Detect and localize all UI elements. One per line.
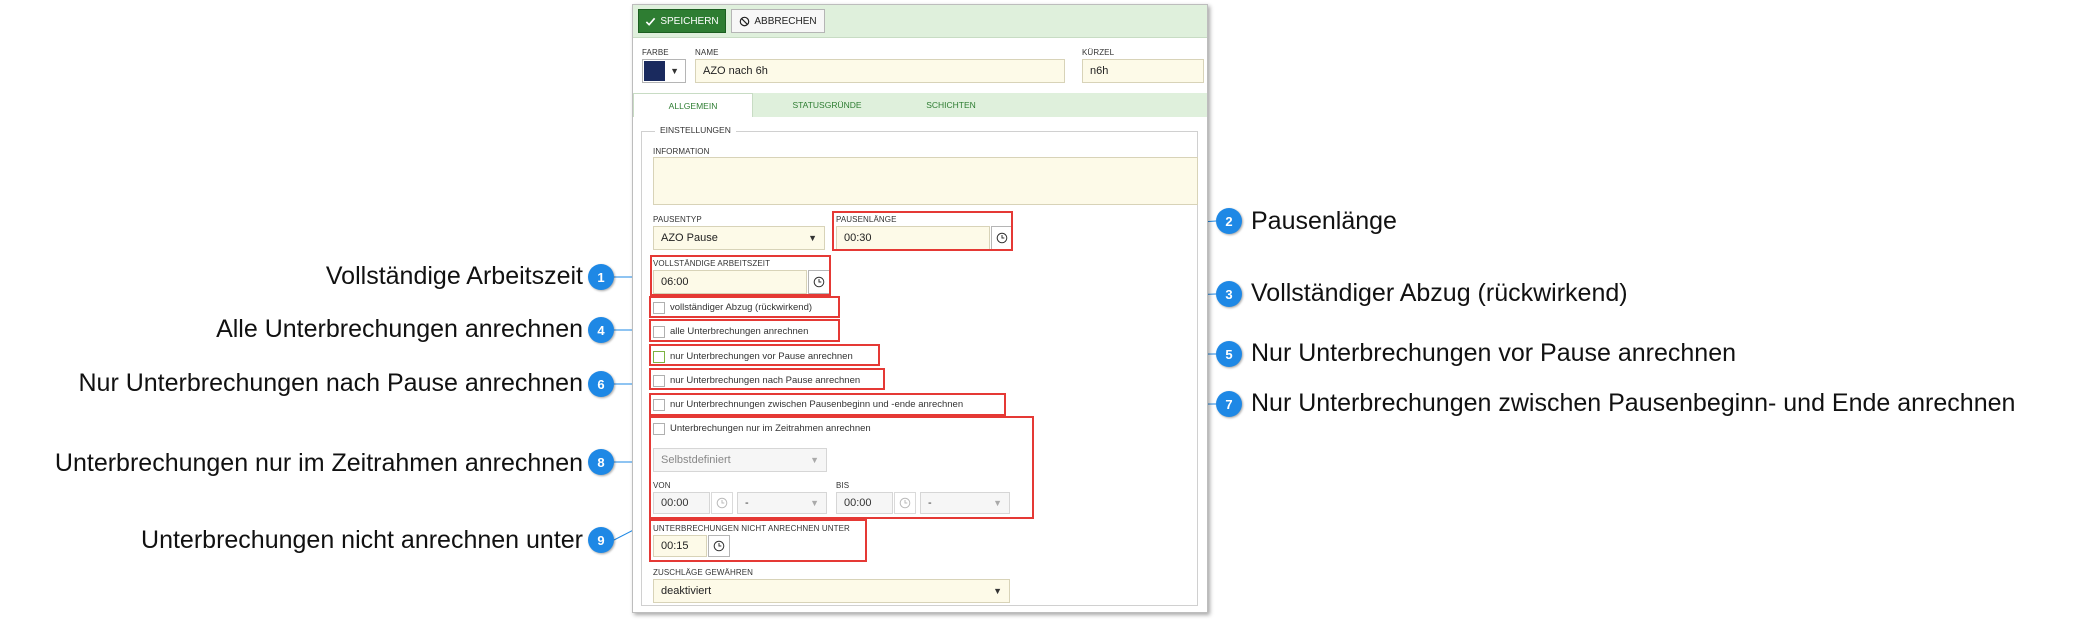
zuschlaege-select[interactable]: deaktiviert ▼: [653, 579, 1010, 603]
zuschlaege-label: ZUSCHLÄGE GEWÄHREN: [653, 568, 754, 577]
color-swatch: [644, 61, 665, 81]
farbe-label: FARBE: [642, 48, 669, 57]
highlight-pausenlaenge: [832, 211, 1013, 251]
highlight-alle: [649, 319, 840, 342]
callout-badge-2: 2: [1216, 208, 1242, 234]
tab-bar: ALLGEMEIN STATUSGRÜNDE SCHICHTEN: [633, 93, 1207, 117]
highlight-nicht-anrechnen: [649, 519, 867, 562]
zuschlaege-value: deaktiviert: [661, 585, 712, 597]
kuerzel-label: KÜRZEL: [1082, 48, 1115, 57]
pausentyp-label: PAUSENTYP: [653, 215, 702, 224]
tab-statusgruende[interactable]: STATUSGRÜNDE: [763, 93, 891, 117]
highlight-nach: [649, 368, 885, 390]
callout-text-7: Nur Unterbrechungen zwischen Pausenbegin…: [1251, 389, 2016, 417]
callout-text-2: Pausenlänge: [1251, 207, 1397, 235]
information-label: INFORMATION: [653, 147, 710, 156]
callout-badge-6: 6: [588, 371, 614, 397]
highlight-zwischen: [649, 393, 1006, 416]
callout-badge-9: 9: [588, 527, 614, 553]
cancel-button-label: ABBRECHEN: [754, 15, 817, 27]
callout-text-5: Nur Unterbrechungen vor Pause anrechnen: [1251, 339, 1737, 367]
cancel-icon: [740, 16, 750, 26]
cancel-button[interactable]: ABBRECHEN: [731, 9, 825, 33]
callout-badge-4: 4: [588, 317, 614, 343]
information-textarea[interactable]: [653, 157, 1198, 205]
callout-badge-5: 5: [1216, 341, 1242, 367]
chevron-down-icon: ▼: [670, 66, 679, 76]
callout-badge-8: 8: [588, 449, 614, 475]
highlight-vor: [649, 344, 880, 366]
pausentyp-select[interactable]: AZO Pause ▼: [653, 226, 825, 250]
callout-text-4: Alle Unterbrechungen anrechnen: [216, 315, 583, 343]
name-input[interactable]: AZO nach 6h: [695, 59, 1065, 83]
name-label: NAME: [695, 48, 719, 57]
callout-text-3: Vollständiger Abzug (rückwirkend): [1251, 279, 1628, 307]
callout-badge-3: 3: [1216, 281, 1242, 307]
kuerzel-input[interactable]: n6h: [1082, 59, 1204, 83]
check-icon: [646, 17, 656, 26]
callout-badge-7: 7: [1216, 391, 1242, 417]
color-picker[interactable]: ▼: [642, 59, 686, 83]
callout-badge-1: 1: [588, 264, 614, 290]
chevron-down-icon: ▼: [993, 586, 1002, 596]
save-button[interactable]: SPEICHERN: [638, 9, 726, 33]
callout-text-9: Unterbrechungen nicht anrechnen unter: [141, 526, 583, 554]
callout-text-1: Vollständige Arbeitszeit: [325, 262, 583, 290]
highlight-zeitrahmen: [649, 416, 1034, 519]
tab-allgemein[interactable]: ALLGEMEIN: [633, 93, 753, 117]
toolbar: SPEICHERN ABBRECHEN: [633, 5, 1207, 38]
save-button-label: SPEICHERN: [660, 15, 719, 27]
highlight-arbeitszeit: [650, 255, 831, 296]
tab-schichten[interactable]: SCHICHTEN: [901, 93, 1001, 117]
callout-text-8: Unterbrechungen nur im Zeitrahmen anrech…: [54, 449, 583, 477]
pausentyp-value: AZO Pause: [661, 232, 718, 244]
chevron-down-icon: ▼: [808, 233, 817, 243]
highlight-abzug: [649, 296, 840, 318]
callout-text-6: Nur Unterbrechungen nach Pause anrechnen: [78, 369, 583, 397]
settings-legend: EINSTELLUNGEN: [655, 125, 736, 135]
